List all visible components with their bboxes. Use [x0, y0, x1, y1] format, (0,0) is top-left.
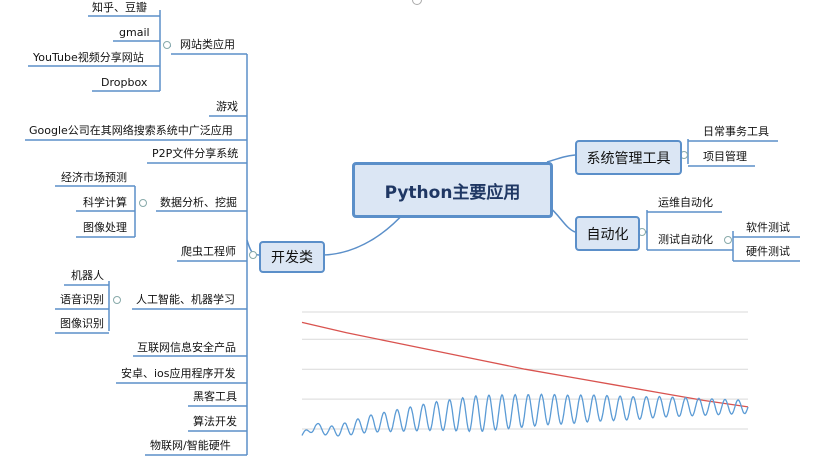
connector-central-dev — [320, 211, 406, 256]
dev-item-iot[interactable]: 物联网/智能硬件 — [150, 439, 231, 453]
sys-node-label: 系统管理工具 — [586, 150, 671, 167]
ai-child-imgrec[interactable]: 图像识别 — [60, 317, 104, 331]
test-node-label: 测试自动化 — [658, 233, 713, 246]
collapse-toggle-website[interactable] — [163, 41, 171, 49]
collapse-toggle-test[interactable] — [724, 236, 732, 244]
dev-item-security[interactable]: 互联网信息安全产品 — [137, 341, 236, 355]
line-chart — [300, 300, 760, 450]
website-child-dropbox[interactable]: Dropbox — [101, 76, 147, 90]
dev-item-game[interactable]: 游戏 — [216, 100, 238, 114]
series-red-line — [301, 321, 749, 408]
data-node-label: 数据分析、挖掘 — [160, 196, 237, 209]
central-node[interactable]: Python主要应用 — [352, 162, 553, 218]
ai-child-robot[interactable]: 机器人 — [71, 269, 104, 283]
central-node-label: Python主要应用 — [384, 182, 521, 203]
collapse-toggle-data[interactable] — [139, 199, 147, 207]
ai-child-speech[interactable]: 语音识别 — [60, 293, 104, 307]
sys-node[interactable]: 系统管理工具 — [575, 140, 682, 175]
ai-node-label: 人工智能、机器学习 — [136, 293, 235, 306]
data-child-science[interactable]: 科学计算 — [83, 196, 127, 210]
auto-child-ops[interactable]: 运维自动化 — [658, 196, 713, 210]
connector-central-sys — [546, 154, 576, 163]
test-child-hardware[interactable]: 硬件测试 — [746, 245, 790, 259]
auto-node[interactable]: 自动化 — [575, 216, 640, 251]
website-child-zhihu[interactable]: 知乎、豆瓣 — [92, 1, 147, 15]
dev-item-hacker[interactable]: 黑客工具 — [193, 390, 237, 404]
dev-node[interactable]: 开发类 — [259, 241, 325, 273]
website-child-youtube[interactable]: YouTube视频分享网站 — [33, 51, 144, 65]
website-child-gmail[interactable]: gmail — [119, 26, 150, 40]
website-node[interactable]: 网站类应用 — [180, 38, 235, 52]
sys-child-daily[interactable]: 日常事务工具 — [703, 125, 769, 139]
dev-node-label: 开发类 — [271, 250, 313, 266]
data-child-economy[interactable]: 经济市场预测 — [61, 171, 127, 185]
dev-item-mobile[interactable]: 安卓、ios应用程序开发 — [121, 367, 236, 381]
sys-child-project[interactable]: 项目管理 — [703, 150, 747, 164]
test-node[interactable]: 测试自动化 — [658, 233, 713, 247]
website-node-label: 网站类应用 — [180, 38, 235, 51]
test-child-software[interactable]: 软件测试 — [746, 221, 790, 235]
data-child-image[interactable]: 图像处理 — [83, 221, 127, 235]
dev-item-crawler[interactable]: 爬虫工程师 — [181, 245, 236, 259]
ai-node[interactable]: 人工智能、机器学习 — [136, 293, 235, 307]
data-node[interactable]: 数据分析、挖掘 — [160, 196, 237, 210]
collapse-toggle-ai[interactable] — [113, 296, 121, 304]
collapse-toggle-dev[interactable] — [249, 251, 257, 259]
auto-node-label: 自动化 — [586, 226, 629, 243]
dev-item-google[interactable]: Google公司在其网络搜索系统中广泛应用 — [29, 124, 233, 138]
dev-item-algo[interactable]: 算法开发 — [193, 415, 237, 429]
dev-item-p2p[interactable]: P2P文件分享系统 — [152, 147, 238, 161]
line-chart-svg — [301, 311, 749, 437]
series-blue-line — [301, 393, 749, 437]
